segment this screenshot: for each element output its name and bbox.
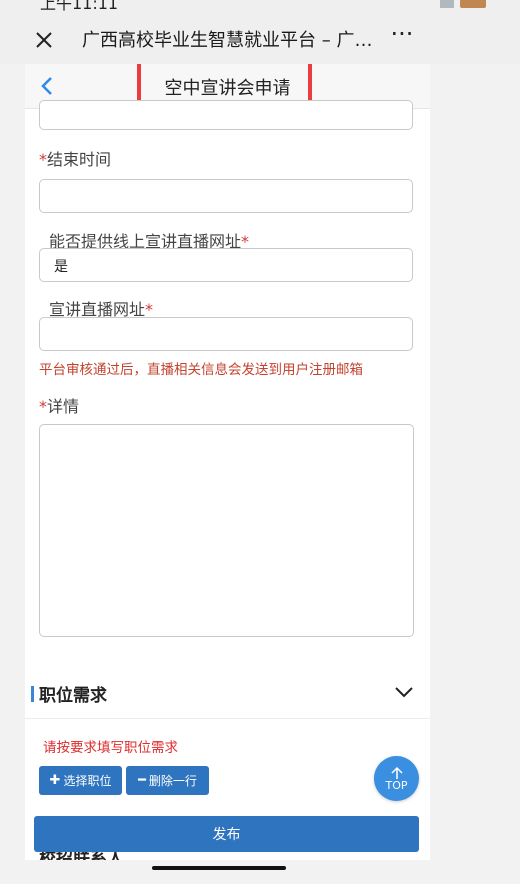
select-position-button[interactable]: ✚ 选择职位: [39, 766, 122, 795]
section-accent-bar: [31, 686, 34, 702]
positions-section-header[interactable]: 职位需求: [25, 664, 430, 719]
status-time: 上午11:11: [40, 0, 119, 12]
close-icon: [36, 32, 52, 48]
publish-button[interactable]: 发布: [34, 816, 419, 852]
livestream-select[interactable]: 是: [39, 248, 413, 282]
plus-icon: ✚: [49, 773, 61, 788]
chevron-down-icon[interactable]: [393, 684, 415, 700]
start-time-field[interactable]: [39, 100, 413, 130]
details-label: *详情: [39, 393, 79, 417]
home-indicator: [152, 866, 286, 870]
scroll-to-top-button[interactable]: TOP: [374, 756, 419, 801]
page-content: 空中宣讲会申请 *结束时间 能否提供线上宣讲直播网址* 是 宣讲直播网址* 平台…: [25, 64, 430, 860]
required-mark: *: [39, 397, 47, 416]
end-time-field[interactable]: [39, 179, 413, 213]
minus-icon: ━: [138, 773, 146, 788]
delete-row-label: 删除一行: [148, 774, 197, 788]
required-mark: *: [39, 150, 47, 169]
end-time-label: *结束时间: [39, 146, 111, 170]
window-title: 广西高校毕业生智慧就业平台 – 广…: [82, 30, 373, 51]
top-bar: 广西高校毕业生智慧就业平台 – 广… ···: [0, 12, 520, 64]
select-position-label: 选择职位: [63, 774, 112, 788]
livestream-value: 是: [54, 259, 68, 275]
delete-row-button[interactable]: ━ 删除一行: [126, 766, 209, 795]
positions-notice: 请按要求填写职位需求: [43, 740, 178, 756]
close-button[interactable]: [30, 26, 58, 54]
livestream-url-input[interactable]: [39, 317, 413, 351]
status-icons: [440, 0, 486, 8]
more-menu-button[interactable]: ···: [386, 22, 418, 52]
details-label-text: 详情: [47, 397, 80, 416]
end-time-label-text: 结束时间: [47, 150, 112, 169]
email-notice-hint: 平台审核通过后，直播相关信息会发送到用户注册邮箱: [39, 362, 363, 378]
positions-section-title: 职位需求: [39, 686, 107, 706]
top-label: TOP: [385, 778, 408, 792]
status-bar: 上午11:11: [0, 0, 520, 12]
details-textarea[interactable]: [39, 424, 414, 637]
arrow-up-icon: [390, 766, 403, 779]
